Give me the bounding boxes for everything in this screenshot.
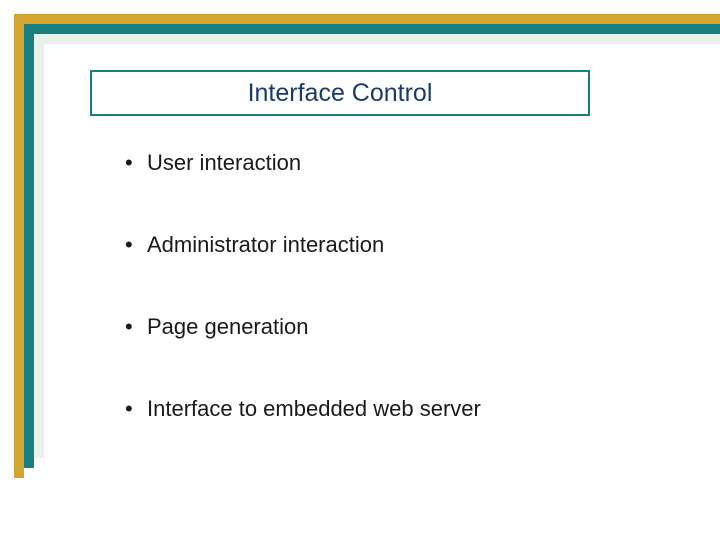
bullet-text: User interaction (147, 150, 301, 176)
frame-mid-top (24, 24, 720, 34)
list-item: • Interface to embedded web server (125, 396, 680, 422)
list-item: • Page generation (125, 314, 680, 340)
bullet-icon: • (125, 396, 147, 422)
frame-inner-left (34, 34, 44, 458)
bullet-icon: • (125, 150, 147, 176)
frame-outer-top (14, 14, 720, 24)
frame-mid-left (24, 24, 34, 468)
bullet-list: • User interaction • Administrator inter… (125, 150, 680, 478)
bullet-text: Administrator interaction (147, 232, 384, 258)
bullet-text: Interface to embedded web server (147, 396, 481, 422)
bullet-icon: • (125, 314, 147, 340)
bullet-icon: • (125, 232, 147, 258)
frame-inner-top (34, 34, 720, 44)
list-item: • User interaction (125, 150, 680, 176)
page-title: Interface Control (248, 79, 433, 108)
title-box: Interface Control (90, 70, 590, 116)
list-item: • Administrator interaction (125, 232, 680, 258)
frame-outer-left (14, 14, 24, 478)
bullet-text: Page generation (147, 314, 308, 340)
